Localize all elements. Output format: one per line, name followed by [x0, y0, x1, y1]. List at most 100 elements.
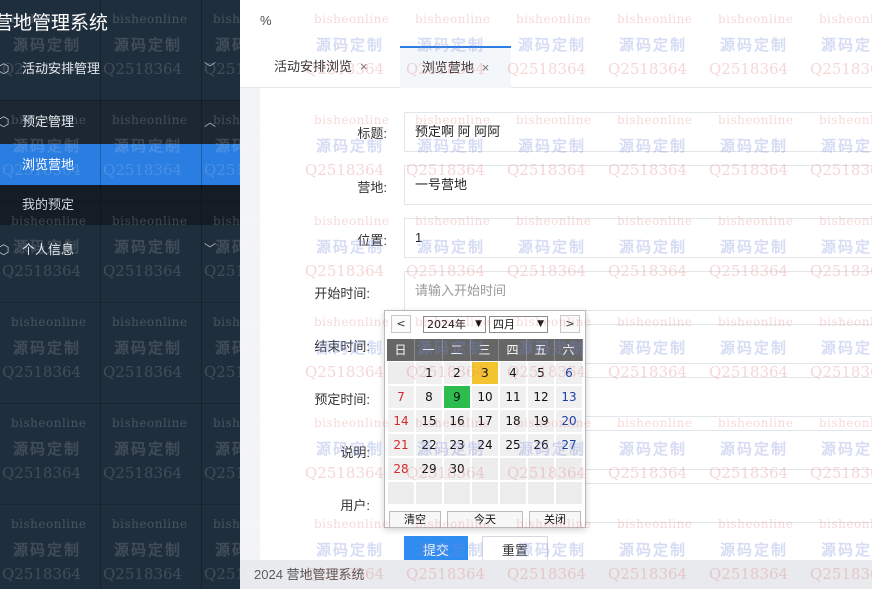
calendar-empty-cell — [499, 457, 527, 481]
calendar-day[interactable]: 13 — [555, 385, 583, 409]
calendar-day[interactable]: 20 — [555, 409, 583, 433]
calendar-empty-cell — [443, 481, 471, 505]
tab-browse-camp[interactable]: 浏览营地 × — [400, 46, 511, 88]
menu-group-profile[interactable]: ⬡ 个人信息 ﹀ — [0, 227, 240, 272]
weekday-label: 一 — [415, 339, 443, 361]
menu-group-booking[interactable]: ⬡ 预定管理 ︿ — [0, 100, 240, 144]
calendar-day[interactable]: 10 — [471, 385, 499, 409]
year-select[interactable]: 2024年 ▼ — [423, 316, 486, 333]
calendar-week: 14 15 16 17 18 19 20 — [387, 409, 583, 433]
weekday-label: 六 — [555, 339, 583, 361]
close-icon[interactable]: × — [482, 60, 490, 75]
today-button[interactable]: 今天 — [447, 511, 523, 527]
calendar-day[interactable]: 30 — [443, 457, 471, 481]
title-field[interactable]: 预定啊 阿 阿阿 — [404, 112, 872, 152]
calendar-day[interactable]: 6 — [555, 361, 583, 385]
calendar-empty-cell — [387, 481, 415, 505]
calendar-empty-cell — [471, 457, 499, 481]
cube-icon: ⬡ — [0, 114, 10, 129]
calendar-day[interactable]: 24 — [471, 433, 499, 457]
calendar-empty-cell — [555, 457, 583, 481]
calendar-day[interactable]: 17 — [471, 409, 499, 433]
calendar-day[interactable]: 16 — [443, 409, 471, 433]
menu-group-label: 预定管理 — [22, 114, 75, 129]
weekday-label: 三 — [471, 339, 499, 361]
calendar-day[interactable]: 28 — [387, 457, 415, 481]
weekday-label: 日 — [387, 339, 415, 361]
calendar-day[interactable]: 5 — [527, 361, 555, 385]
date-picker: < 2024年 ▼ 四月 ▼ > 日一二三四五六 1 2 3 4 5 6 7 8 9 10 11 12 13… — [384, 310, 586, 528]
calendar-day[interactable]: 9 — [443, 385, 471, 409]
weekday-label: 五 — [527, 339, 555, 361]
month-value: 四月 — [493, 318, 515, 331]
next-month-button[interactable]: > — [560, 315, 580, 333]
chevron-down-icon: ▼ — [537, 319, 544, 329]
calendar-day[interactable]: 1 — [415, 361, 443, 385]
calendar-day[interactable]: 29 — [415, 457, 443, 481]
cube-icon: ⬡ — [0, 61, 10, 76]
close-button[interactable]: 关闭 — [529, 511, 581, 527]
footer: 2024 营地管理系统 — [240, 560, 872, 589]
calendar-day[interactable]: 3 — [471, 361, 499, 385]
field-label-booking-time: 预定时间: — [314, 392, 370, 407]
prev-month-button[interactable]: < — [391, 315, 411, 333]
app-title: 营地管理系统 — [0, 13, 109, 34]
tab-bar: 活动安排浏览 × 浏览营地 × — [240, 46, 872, 88]
chevron-down-icon: ﹀ — [204, 61, 217, 75]
close-icon[interactable]: × — [360, 59, 368, 74]
calendar-day[interactable]: 8 — [415, 385, 443, 409]
calendar-day[interactable]: 26 — [527, 433, 555, 457]
sidebar-item-my-booking[interactable]: 我的预定 — [0, 185, 240, 225]
field-label-description: 说明: — [340, 445, 370, 460]
calendar-week: 123456 — [387, 361, 583, 385]
calendar-week: 7 8 9 10 11 12 13 — [387, 385, 583, 409]
clear-button[interactable]: 清空 — [389, 511, 441, 527]
sidebar: 营地管理系统 ⬡ 活动安排管理 ﹀ ⬡ 预定管理 ︿ 浏览营地 我的预定 ⬡ 个… — [0, 0, 240, 589]
top-header: % — [240, 0, 872, 46]
calendar-week: 28 29 30 — [387, 457, 583, 481]
menu-group-label: 个人信息 — [22, 242, 75, 257]
field-label-start-time: 开始时间: — [314, 286, 370, 301]
tab-label: 浏览营地 — [421, 60, 474, 75]
sidebar-item-browse-camp[interactable]: 浏览营地 — [0, 144, 240, 185]
calendar-day[interactable]: 15 — [415, 409, 443, 433]
field-label-end-time: 结束时间: — [314, 339, 370, 354]
month-select[interactable]: 四月 ▼ — [489, 316, 548, 333]
zoom-indicator: % — [260, 13, 272, 28]
calendar-empty-cell — [527, 457, 555, 481]
chevron-down-icon: ▼ — [475, 319, 482, 329]
calendar-empty-cell — [387, 361, 415, 385]
field-label-camp: 营地: — [357, 180, 387, 195]
calendar-day[interactable]: 22 — [415, 433, 443, 457]
calendar-day[interactable]: 7 — [387, 385, 415, 409]
field-label-user: 用户: — [340, 498, 370, 513]
calendar-empty-cell — [415, 481, 443, 505]
tab-activity-browse[interactable]: 活动安排浏览 × — [274, 46, 368, 88]
weekday-label: 二 — [443, 339, 471, 361]
chevron-down-icon: ﹀ — [204, 242, 217, 256]
start-time-input[interactable]: 请输入开始时间 — [404, 271, 872, 311]
calendar-empty-cell — [527, 481, 555, 505]
calendar-day[interactable]: 25 — [499, 433, 527, 457]
calendar-day[interactable]: 14 — [387, 409, 415, 433]
chevron-up-icon: ︿ — [204, 115, 217, 129]
calendar-empty-cell — [471, 481, 499, 505]
calendar-day[interactable]: 11 — [499, 385, 527, 409]
calendar-week — [387, 481, 583, 505]
sidebar-item-label: 浏览营地 — [22, 157, 75, 172]
calendar-day[interactable]: 27 — [555, 433, 583, 457]
calendar-day[interactable]: 12 — [527, 385, 555, 409]
calendar-week: 21 22 23 24 25 26 27 — [387, 433, 583, 457]
calendar-day[interactable]: 21 — [387, 433, 415, 457]
menu-group-activity[interactable]: ⬡ 活动安排管理 ﹀ — [0, 46, 240, 91]
calendar-empty-cell — [499, 481, 527, 505]
calendar-day[interactable]: 18 — [499, 409, 527, 433]
weekday-header: 日一二三四五六 — [387, 339, 583, 361]
location-field[interactable]: 1 — [404, 218, 872, 258]
calendar-day[interactable]: 2 — [443, 361, 471, 385]
calendar-day[interactable]: 23 — [443, 433, 471, 457]
date-picker-footer: 清空 今天 关闭 — [387, 511, 583, 527]
calendar-day[interactable]: 19 — [527, 409, 555, 433]
calendar-day[interactable]: 4 — [499, 361, 527, 385]
camp-field[interactable]: 一号营地 — [404, 165, 872, 205]
